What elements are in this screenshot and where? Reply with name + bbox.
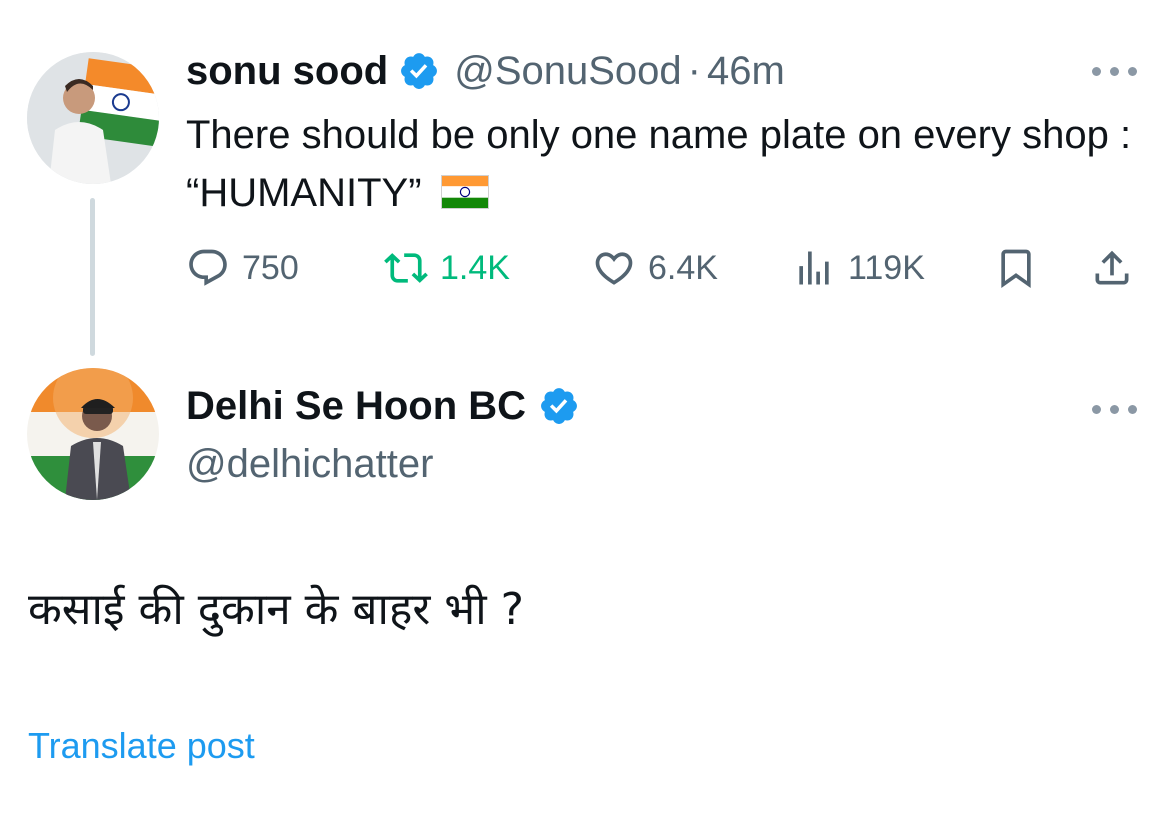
post-time[interactable]: 46m xyxy=(707,49,785,93)
reply-icon xyxy=(189,249,227,286)
share-button[interactable] xyxy=(1090,238,1134,298)
reply-header: Delhi Se Hoon BC @delhichatter xyxy=(186,384,580,486)
reply-count: 750 xyxy=(242,248,299,287)
bookmark-icon xyxy=(1001,249,1031,289)
reply-author-handle[interactable]: @delhichatter xyxy=(186,442,580,486)
views-count: 119K xyxy=(848,248,925,287)
tweet-text: There should be only one name plate on e… xyxy=(186,106,1146,222)
separator-dot: · xyxy=(687,48,701,92)
reply-author-avatar[interactable] xyxy=(27,368,159,500)
reply-author-name[interactable]: Delhi Se Hoon BC xyxy=(186,384,526,428)
views-chart-icon xyxy=(799,251,829,285)
bookmark-button[interactable] xyxy=(994,238,1038,298)
verified-badge-icon xyxy=(401,52,438,89)
tweet-header: sonu sood @SonuSood · 46m xyxy=(186,48,785,93)
india-flag-icon xyxy=(440,175,489,209)
reply-more-options-icon[interactable] xyxy=(1092,402,1138,416)
reply-button[interactable]: 750 xyxy=(186,238,299,298)
reply-text: कसाई की दुकान के बाहर भी ? xyxy=(28,584,524,635)
repost-button[interactable]: 1.4K xyxy=(384,238,510,298)
more-options-icon[interactable] xyxy=(1092,64,1138,78)
thread-line xyxy=(90,198,95,356)
tweet-actions: 750 1.4K 6.4K 119K xyxy=(186,238,1146,298)
verified-badge-icon xyxy=(541,388,577,424)
share-icon xyxy=(1095,250,1129,285)
author-name[interactable]: sonu sood xyxy=(186,49,388,93)
author-avatar[interactable] xyxy=(27,52,159,184)
heart-icon xyxy=(595,252,633,285)
like-button[interactable]: 6.4K xyxy=(592,238,718,298)
views-button[interactable]: 119K xyxy=(792,238,925,298)
author-handle[interactable]: @SonuSood xyxy=(454,49,681,93)
tweet-body: There should be only one name plate on e… xyxy=(186,113,1132,215)
repost-icon xyxy=(384,253,428,283)
like-count: 6.4K xyxy=(648,248,718,287)
translate-post-link[interactable]: Translate post xyxy=(28,722,255,770)
repost-count: 1.4K xyxy=(440,248,510,287)
